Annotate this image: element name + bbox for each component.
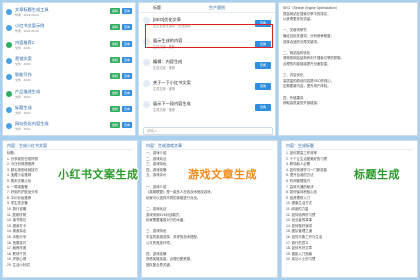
list-item-meta: 作者 · 2023-06-02 <box>15 13 40 17</box>
title-result-header: 内容：生成标题 <box>286 143 413 150</box>
text-line: 20. 成功人士的习惯 <box>286 257 316 262</box>
list-item-meta: 文件 · 2023 <box>15 78 31 83</box>
list-item[interactable]: 标题生成 文件 · 2023 编辑 查看 <box>6 104 132 121</box>
list-item-meta: 文件 · 2023 <box>15 61 31 66</box>
message-icon <box>143 59 150 66</box>
chat-message[interactable]: 展示下一段内容生成 生成文案 · 推荐 查看 <box>143 101 271 121</box>
chat-view-button[interactable]: 查看 <box>255 83 271 90</box>
message-icon <box>143 80 150 87</box>
chat-view-button[interactable]: 查看 <box>255 62 271 69</box>
document-icon <box>6 57 12 64</box>
document-icon <box>6 41 12 48</box>
text-line: 团队配合是关键。 <box>146 262 174 267</box>
chat-input[interactable]: 请输入 <box>143 127 273 135</box>
chat-header: 标题 生产规则 <box>139 3 275 13</box>
article-panel: SEO（Search Engine Optimization） 提高网站在搜索引擎… <box>278 2 418 136</box>
list-item[interactable]: 智能写作 文件 · 2023 编辑 查看 <box>6 71 132 88</box>
list-item-meta: 文件 · 2023 <box>15 110 31 115</box>
xhs-result-header: 内容：生成小红书文案 <box>7 143 133 150</box>
chat-message-desc: 生成文案 · 推荐 <box>153 87 175 91</box>
chat-message-desc: 生成文案 · 推荐 <box>153 108 175 112</box>
chat-input-placeholder: 请输入 <box>147 129 158 133</box>
game-result-panel: 内容：生成游戏文章 一、游戏介绍 二、游戏玩法 三、游戏特色 四、游戏攻略 五、游戏评价… <box>141 140 278 278</box>
text-line: 20. 生活小妙招 <box>7 262 30 267</box>
edit-button[interactable]: 编辑 <box>110 24 120 31</box>
list-item[interactable]: 产品描述生成 文件 · 2023 编辑 查看 <box>6 88 132 105</box>
list-item-meta: 文件 · 2023 <box>15 45 31 50</box>
article-text: SEO（Search Engine Optimization） 提高网站在搜索引擎… <box>283 6 413 107</box>
list-item[interactable]: 网站优化内容生成 文件 · 2023 编辑 查看 <box>6 120 132 135</box>
message-icon <box>143 17 150 24</box>
chat-view-button[interactable]: 查看 <box>255 104 271 111</box>
list-item[interactable]: 营销文案 文件 · 2023 编辑 查看 <box>6 55 132 72</box>
edit-button[interactable]: 编辑 <box>110 40 120 47</box>
list-item-meta: 作者 · 2023-06-02 <box>15 29 40 34</box>
caption-xhs: 小红书文案生成 <box>58 169 139 181</box>
document-list-panel: 文章标题生成工具 作者 · 2023-06-02 编辑 查看 小红书文案示例 作者 · 2… <box>2 2 136 136</box>
xhs-result-panel: 内容：生成小红书文案 标题： 1. 分享我的日常好物 2. 今日份穿搭推荐 3. 超实… <box>2 140 138 278</box>
edit-button[interactable]: 编辑 <box>110 73 120 80</box>
document-icon <box>6 90 12 97</box>
chat-message-desc: 生成文案 · 推荐 <box>153 66 175 70</box>
chat-highlight-box <box>145 24 273 48</box>
view-button[interactable]: 查看 <box>122 105 132 112</box>
chat-header-rules[interactable]: 生产规则 <box>209 5 225 11</box>
edit-button[interactable]: 编辑 <box>110 89 120 96</box>
edit-button[interactable]: 编辑 <box>110 56 120 63</box>
edit-button[interactable]: 编辑 <box>110 122 120 129</box>
caption-game: 游戏文章生成 <box>188 169 257 181</box>
chat-header-title: 标题 <box>153 5 161 10</box>
view-button[interactable]: 查看 <box>122 24 132 31</box>
chat-panel: 标题 生产规则 [SEO]优化文章 全文包含关键词 · 优化结构 查看 展示生成的内容… <box>138 2 276 136</box>
edit-button[interactable]: 编辑 <box>110 8 120 14</box>
chat-message[interactable]: 编辑：内容生成 生成文案 · 推荐 查看 <box>143 59 271 79</box>
document-icon <box>6 74 12 81</box>
game-result-header: 内容：生成游戏文章 <box>146 143 273 150</box>
list-item[interactable]: 文章标题生成工具 作者 · 2023-06-02 编辑 查看 <box>6 6 132 23</box>
list-item[interactable]: 内容推荐1 文件 · 2023 编辑 查看 <box>6 39 132 56</box>
caption-title: 标题生成 <box>354 169 400 181</box>
view-button[interactable]: 查看 <box>122 73 132 80</box>
view-button[interactable]: 查看 <box>122 122 132 129</box>
chat-message[interactable]: 关于一下小红书文案 生成文案 · 推荐 查看 <box>143 80 271 100</box>
text-line: 获取高质量的外部链接。 <box>283 101 321 106</box>
message-icon <box>143 101 150 108</box>
view-button[interactable]: 查看 <box>122 89 132 96</box>
list-item[interactable]: 小红书文案示例 作者 · 2023-06-02 编辑 查看 <box>6 22 132 39</box>
document-icon <box>6 106 12 113</box>
title-result-panel: 内容：生成标题 1. 如何提高工作效率 2. 十个让生活更美好的习惯 3. 职场新人… <box>281 140 418 278</box>
edit-button[interactable]: 编辑 <box>110 105 120 112</box>
view-button[interactable]: 查看 <box>122 56 132 63</box>
list-item-meta: 文件 · 2023 <box>15 94 31 99</box>
view-button[interactable]: 查看 <box>122 8 132 14</box>
list-item-meta: 文件 · 2023 <box>15 127 31 132</box>
view-button[interactable]: 查看 <box>122 40 132 47</box>
document-icon <box>6 123 12 130</box>
document-icon <box>6 25 12 32</box>
document-icon <box>6 9 12 15</box>
